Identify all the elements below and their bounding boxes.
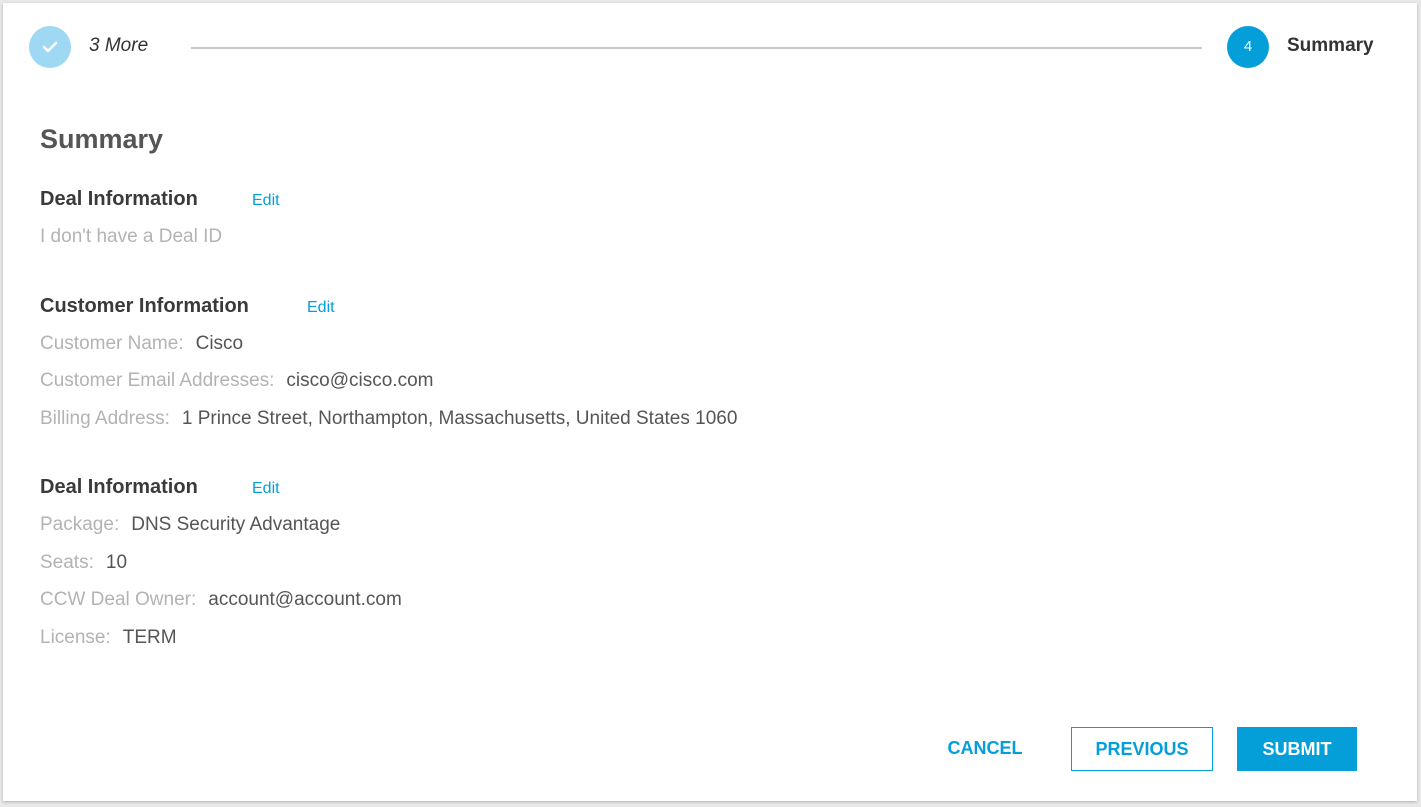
step-current-number: 4	[1227, 26, 1269, 68]
stepper-connector	[191, 47, 1202, 49]
field-value: 1 Prince Street, Northampton, Massachuse…	[181, 408, 738, 429]
step-complete-indicator[interactable]	[29, 26, 71, 68]
billing-address-row: Billing Address: 1 Prince Street, Northam…	[40, 408, 737, 430]
field-label: CCW Deal Owner:	[40, 589, 197, 610]
edit-deal-details-link[interactable]: Edit	[252, 480, 280, 498]
edit-deal-information-link[interactable]: Edit	[252, 192, 280, 210]
cancel-button[interactable]: CANCEL	[933, 727, 1037, 771]
field-value: 10	[105, 552, 128, 573]
license-row: License: TERM	[40, 627, 177, 649]
ccw-deal-owner-row: CCW Deal Owner: account@account.com	[40, 589, 402, 611]
field-label: Customer Name:	[40, 333, 184, 354]
edit-customer-information-link[interactable]: Edit	[307, 299, 335, 317]
field-value: TERM	[122, 627, 177, 648]
check-icon	[42, 41, 58, 53]
submit-button[interactable]: SUBMIT	[1237, 727, 1357, 771]
field-value: account@account.com	[208, 589, 402, 610]
field-label: Customer Email Addresses:	[40, 370, 275, 391]
customer-information-heading: Customer Information	[40, 295, 249, 317]
customer-email-row: Customer Email Addresses: cisco@cisco.com	[40, 370, 433, 392]
deal-information-heading: Deal Information	[40, 188, 198, 210]
field-value: cisco@cisco.com	[286, 370, 434, 391]
seats-row: Seats: 10	[40, 552, 127, 574]
field-label: Seats:	[40, 552, 94, 573]
package-row: Package: DNS Security Advantage	[40, 514, 340, 536]
customer-name-row: Customer Name: Cisco	[40, 333, 243, 355]
wizard-card: 3 More 4 Summary Summary Deal Informatio…	[3, 3, 1417, 801]
field-label: License:	[40, 627, 111, 648]
field-value: Cisco	[195, 333, 244, 354]
step-current-label: Summary	[1287, 35, 1374, 56]
page-title: Summary	[40, 124, 164, 154]
previous-button[interactable]: PREVIOUS	[1071, 727, 1213, 771]
no-deal-id-text: I don't have a Deal ID	[40, 226, 223, 247]
deal-details-heading: Deal Information	[40, 476, 198, 498]
field-value: DNS Security Advantage	[131, 514, 341, 535]
step-complete-label[interactable]: 3 More	[89, 35, 148, 57]
deal-id-text: I don't have a Deal ID	[40, 226, 222, 248]
field-label: Billing Address:	[40, 408, 170, 429]
field-label: Package:	[40, 514, 120, 535]
